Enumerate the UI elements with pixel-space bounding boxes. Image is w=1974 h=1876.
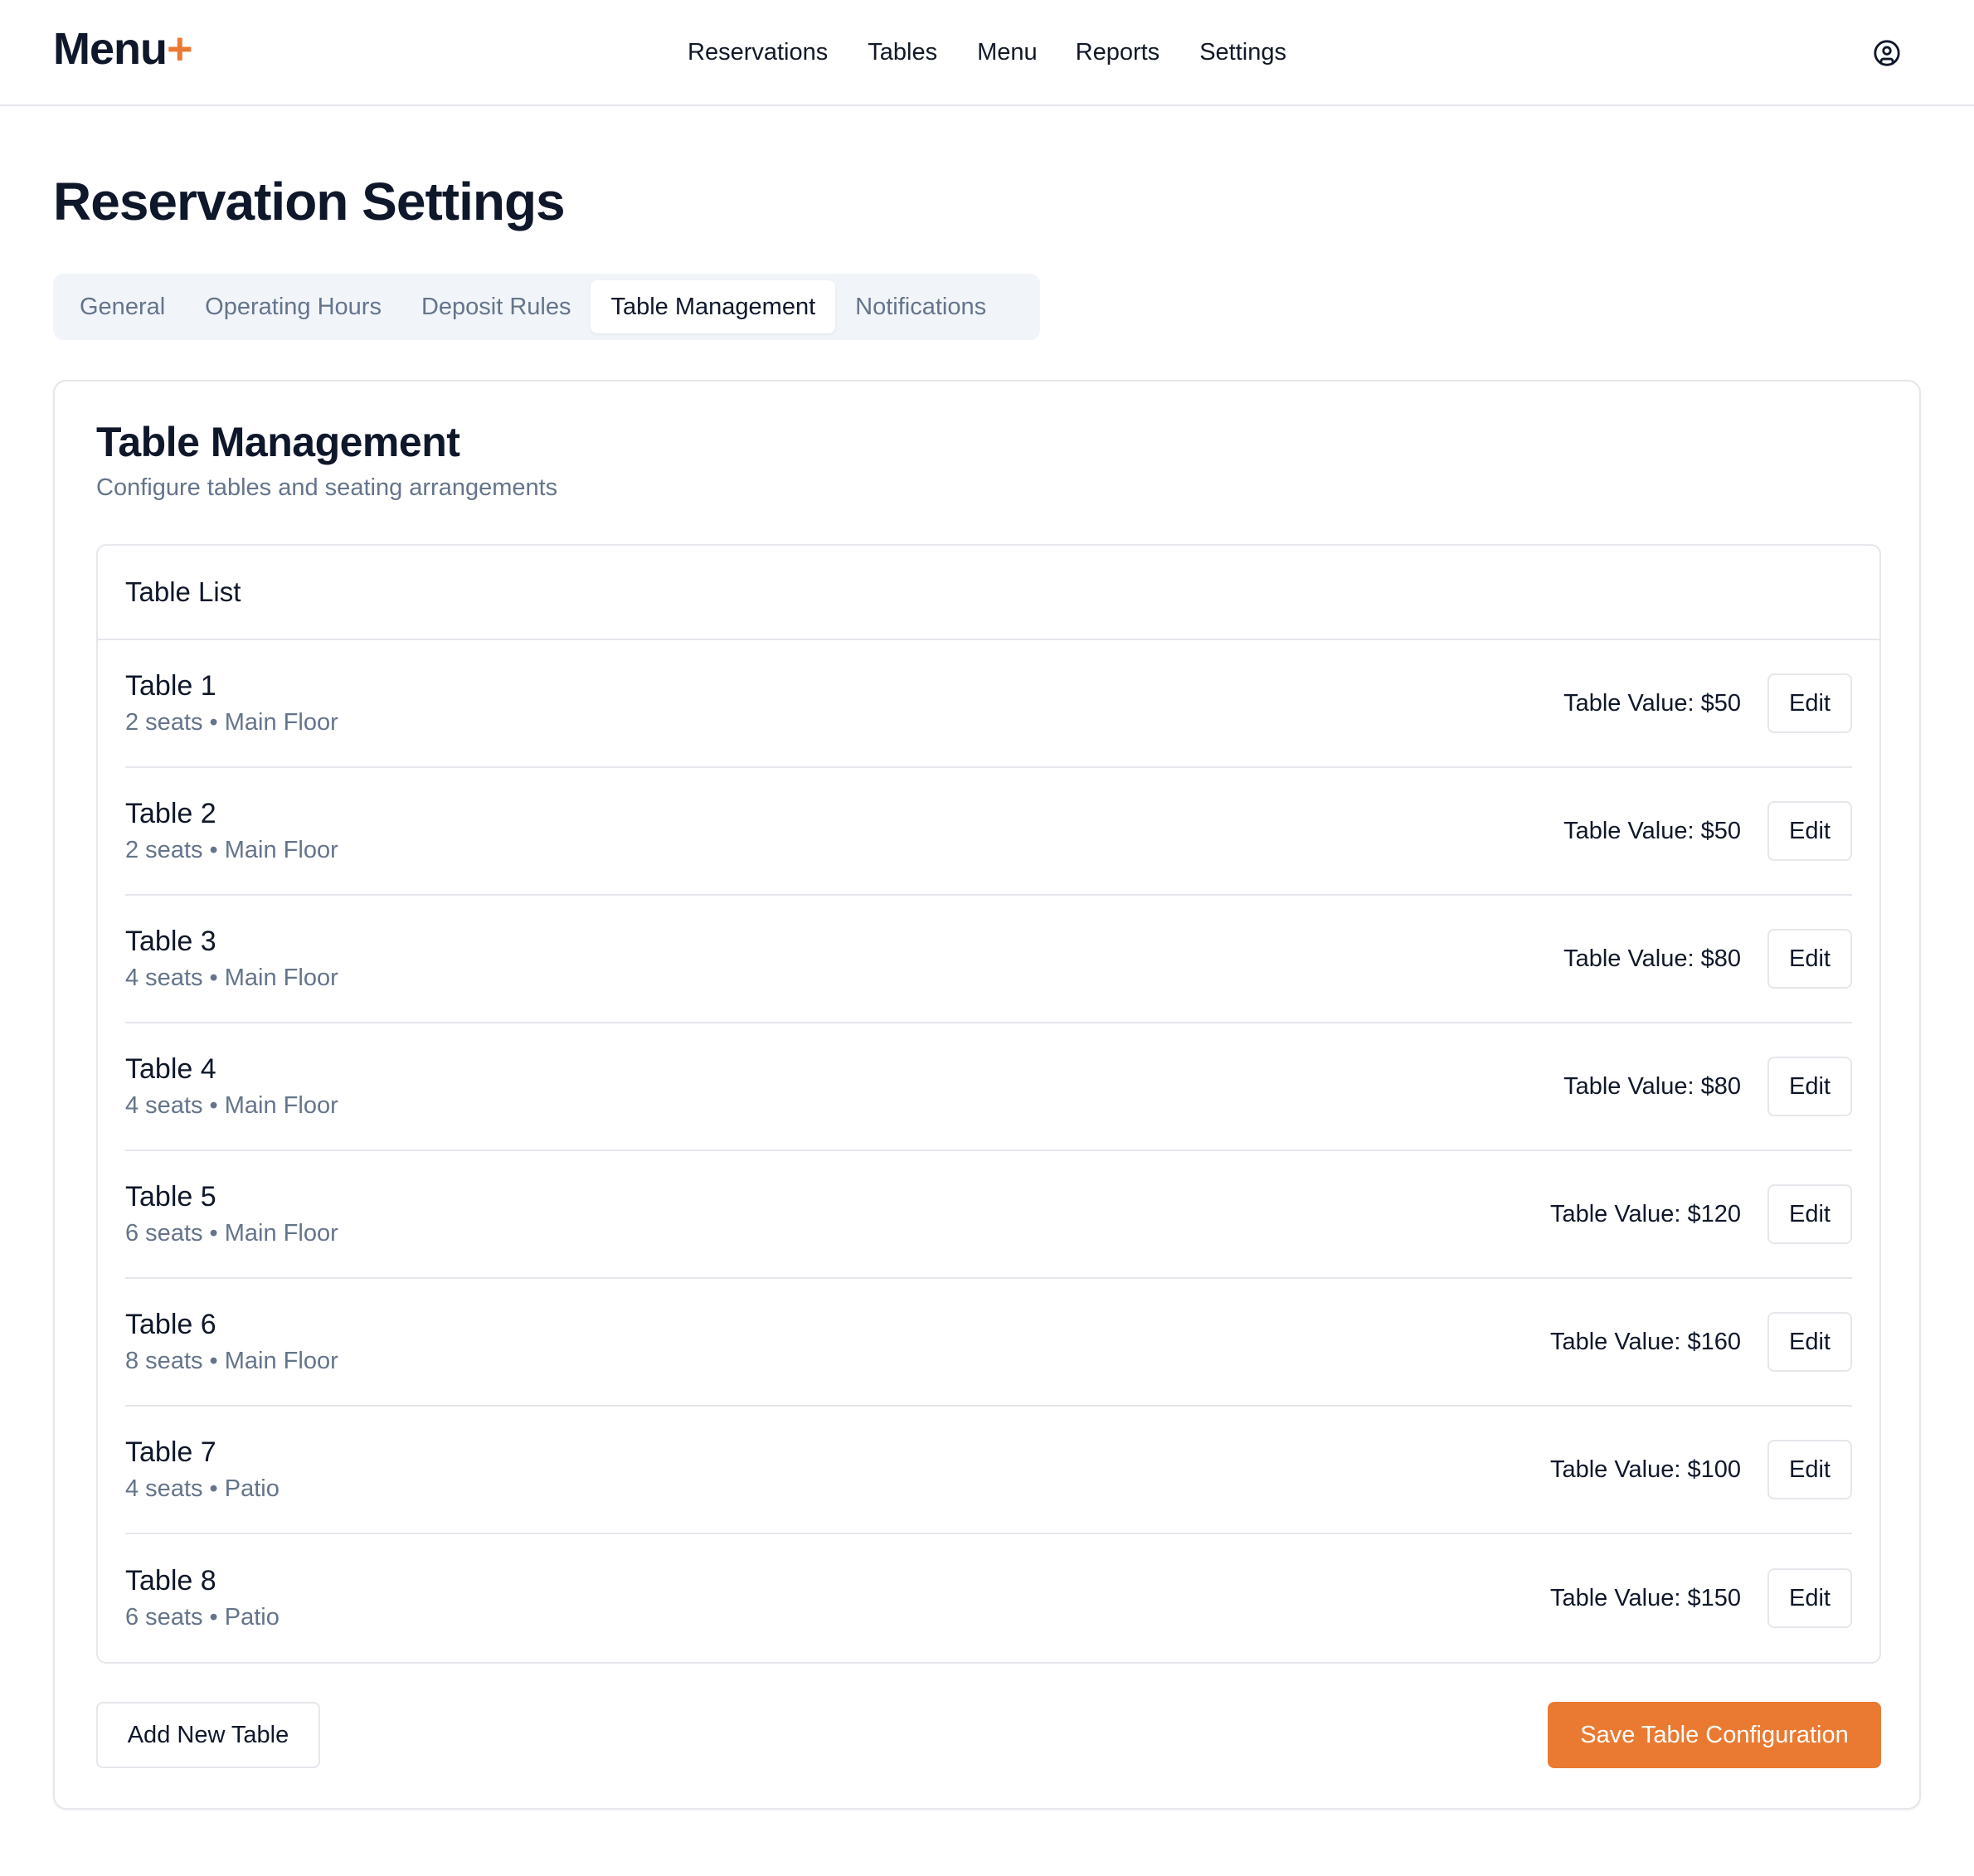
tab-table-management[interactable]: Table Management	[591, 280, 836, 333]
top-header: Menu+ Reservations Tables Menu Reports S…	[0, 0, 1974, 106]
table-name: Table 4	[125, 1053, 216, 1085]
edit-table-button[interactable]: Edit	[1767, 929, 1852, 989]
table-value: Table Value: $150	[1549, 1584, 1741, 1611]
table-row: Table 1 2 seats • Main Floor Table Value…	[125, 640, 1852, 768]
user-circle-icon[interactable]	[1873, 39, 1901, 67]
table-meta: 2 seats • Main Floor	[125, 709, 338, 736]
table-rows: Table 1 2 seats • Main Floor Table Value…	[98, 640, 1879, 1662]
settings-tabs: General Operating Hours Deposit Rules Ta…	[53, 274, 1040, 340]
table-name: Table 8	[125, 1565, 216, 1597]
table-row: Table 8 6 seats • Patio Table Value: $15…	[125, 1534, 1852, 1662]
table-row: Table 7 4 seats • Patio Table Value: $10…	[125, 1407, 1852, 1534]
logo-text: Menu	[53, 24, 168, 74]
table-list: Table List Table 1 2 seats • Main Floor …	[96, 544, 1881, 1664]
table-name: Table 1	[125, 670, 216, 702]
table-row: Table 3 4 seats • Main Floor Table Value…	[125, 896, 1852, 1023]
edit-table-button[interactable]: Edit	[1767, 1568, 1852, 1628]
save-table-configuration-button[interactable]: Save Table Configuration	[1548, 1702, 1881, 1768]
table-meta: 4 seats • Patio	[125, 1475, 280, 1502]
table-value: Table Value: $100	[1549, 1456, 1741, 1483]
edit-table-button[interactable]: Edit	[1767, 1312, 1852, 1372]
edit-table-button[interactable]: Edit	[1767, 1184, 1852, 1244]
table-name: Table 2	[125, 798, 216, 829]
table-row: Table 5 6 seats • Main Floor Table Value…	[125, 1151, 1852, 1279]
table-list-header: Table List	[98, 546, 1879, 640]
table-meta: 4 seats • Main Floor	[125, 965, 338, 991]
nav-reservations[interactable]: Reservations	[688, 39, 828, 66]
app-logo[interactable]: Menu+	[53, 23, 193, 75]
add-new-table-button[interactable]: Add New Table	[96, 1702, 320, 1768]
tab-notifications[interactable]: Notifications	[835, 280, 1006, 333]
table-value: Table Value: $50	[1563, 817, 1741, 844]
edit-table-button[interactable]: Edit	[1767, 801, 1852, 861]
edit-table-button[interactable]: Edit	[1767, 673, 1852, 733]
table-name: Table 7	[125, 1436, 216, 1468]
nav-reports[interactable]: Reports	[1076, 39, 1160, 66]
table-row: Table 2 2 seats • Main Floor Table Value…	[125, 768, 1852, 896]
logo-plus: +	[167, 24, 193, 74]
edit-table-button[interactable]: Edit	[1767, 1057, 1852, 1116]
nav-menu[interactable]: Menu	[977, 39, 1038, 66]
nav-tables[interactable]: Tables	[868, 39, 937, 66]
tab-general[interactable]: General	[60, 280, 185, 333]
table-meta: 8 seats • Main Floor	[125, 1348, 338, 1374]
table-name: Table 3	[125, 926, 216, 957]
table-meta: 6 seats • Patio	[125, 1604, 280, 1631]
page-title: Reservation Settings	[53, 172, 566, 231]
table-meta: 6 seats • Main Floor	[125, 1220, 338, 1247]
table-value: Table Value: $120	[1549, 1200, 1741, 1227]
table-value: Table Value: $80	[1563, 945, 1741, 972]
tab-operating-hours[interactable]: Operating Hours	[185, 280, 401, 333]
edit-table-button[interactable]: Edit	[1767, 1440, 1852, 1499]
card-title: Table Management	[96, 419, 460, 465]
table-value: Table Value: $160	[1549, 1328, 1741, 1355]
table-value: Table Value: $50	[1563, 689, 1741, 717]
main-nav: Reservations Tables Menu Reports Setting…	[0, 0, 1974, 104]
table-value: Table Value: $80	[1563, 1072, 1741, 1100]
table-name: Table 5	[125, 1181, 216, 1213]
nav-settings[interactable]: Settings	[1199, 39, 1286, 66]
table-meta: 2 seats • Main Floor	[125, 837, 338, 863]
table-name: Table 6	[125, 1309, 216, 1340]
table-meta: 4 seats • Main Floor	[125, 1092, 338, 1119]
card-subtitle: Configure tables and seating arrangement…	[96, 474, 558, 501]
table-row: Table 4 4 seats • Main Floor Table Value…	[125, 1023, 1852, 1151]
table-management-card: Table Management Configure tables and se…	[53, 380, 1921, 1810]
table-row: Table 6 8 seats • Main Floor Table Value…	[125, 1279, 1852, 1407]
tab-deposit-rules[interactable]: Deposit Rules	[401, 280, 591, 333]
